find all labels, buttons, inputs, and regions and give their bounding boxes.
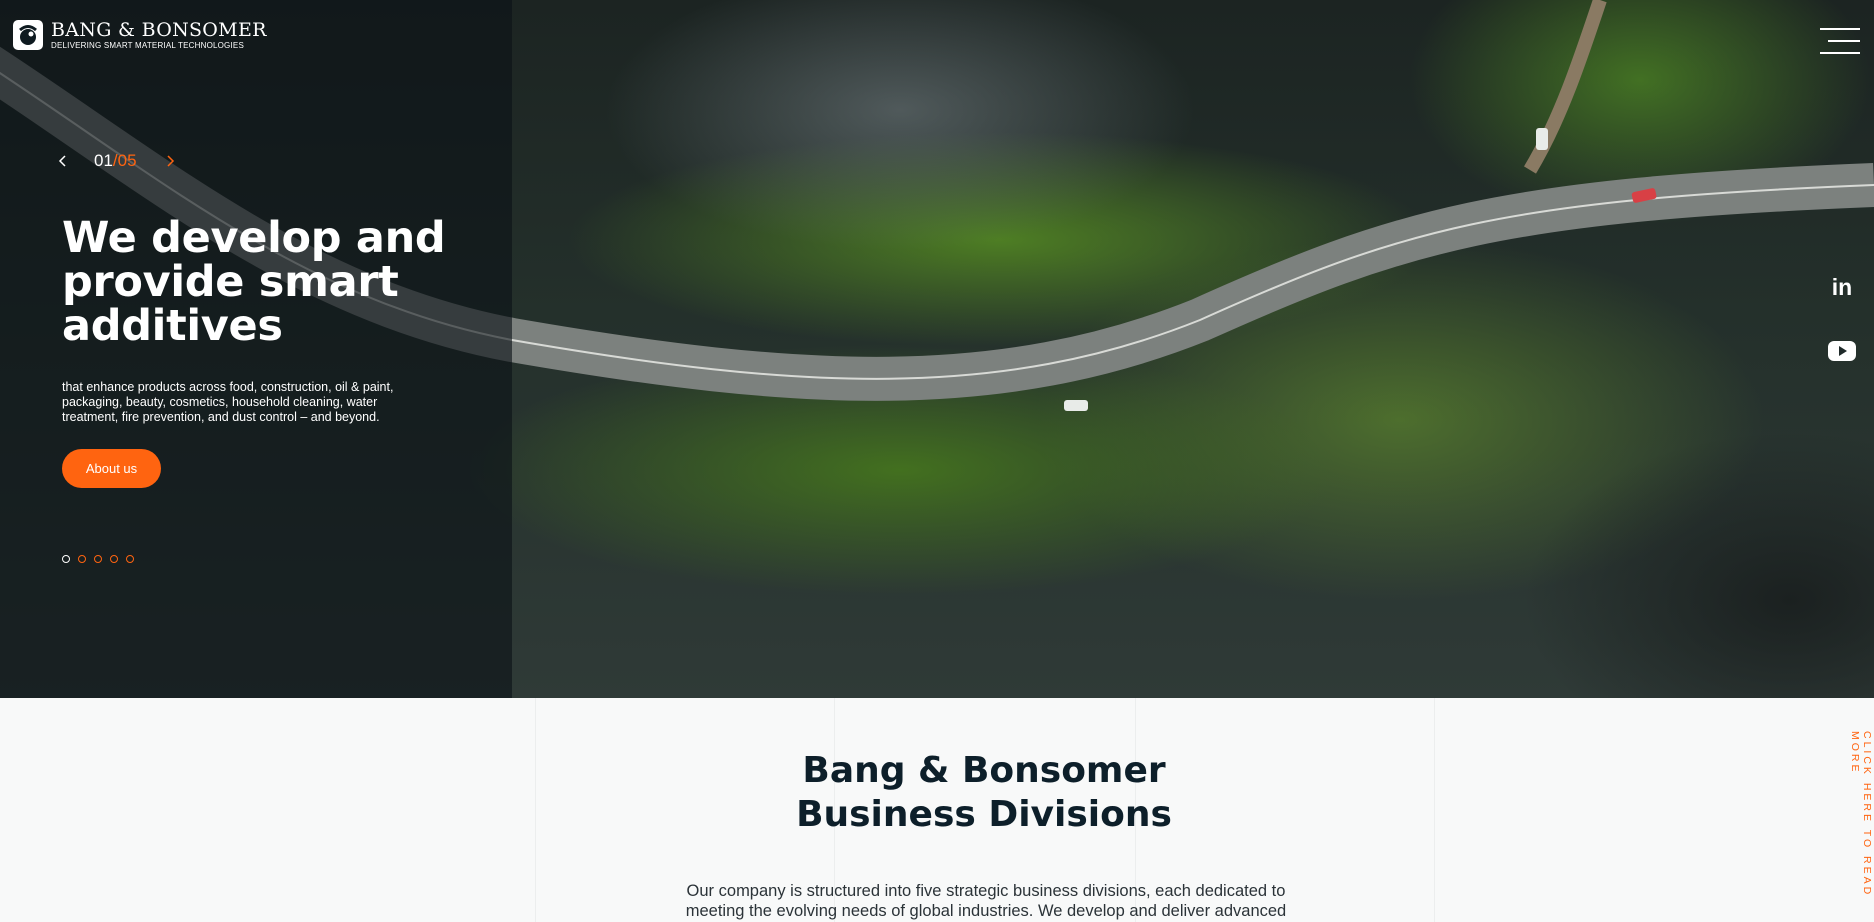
divisions-title: Bang & Bonsomer Business Divisions xyxy=(0,749,1874,837)
brand-tagline: DELIVERING SMART MATERIAL TECHNOLOGIES xyxy=(51,41,244,50)
slider-dot-3[interactable] xyxy=(94,555,102,563)
chevron-right-icon[interactable] xyxy=(163,154,177,168)
brand-logo[interactable]: BANG & BONSOMER DELIVERING SMART MATERIA… xyxy=(13,20,267,50)
brand-name: BANG & BONSOMER xyxy=(51,19,267,41)
divisions-intro: Our company is structured into five stra… xyxy=(685,882,1287,920)
slider-dot-5[interactable] xyxy=(126,555,134,563)
chevron-left-icon[interactable] xyxy=(56,154,70,168)
divisions-title-line1: Bang & Bonsomer xyxy=(802,750,1166,791)
slide-total: 05 xyxy=(117,151,137,170)
business-divisions-section: Bang & Bonsomer Business Divisions Our c… xyxy=(0,698,1874,922)
brand-logo-icon xyxy=(13,20,43,50)
brand-logo-text: BANG & BONSOMER DELIVERING SMART MATERIA… xyxy=(51,20,267,50)
hero-subtext: that enhance products across food, const… xyxy=(62,380,394,424)
hamburger-menu-icon[interactable] xyxy=(1820,28,1860,54)
hero-section: BANG & BONSOMER DELIVERING SMART MATERIA… xyxy=(0,0,1874,698)
read-more-link[interactable]: CLICK HERE TO READ MORE xyxy=(1849,731,1873,922)
slider-dots xyxy=(62,555,142,563)
linkedin-icon[interactable]: in xyxy=(1826,274,1858,300)
slider-navigation: 01/05 xyxy=(56,151,177,171)
slide-counter: 01/05 xyxy=(94,151,137,171)
slider-dot-4[interactable] xyxy=(110,555,118,563)
slider-dot-2[interactable] xyxy=(78,555,86,563)
slide-current: 01 xyxy=(94,151,113,170)
divisions-title-line2: Business Divisions xyxy=(796,794,1172,835)
youtube-icon[interactable] xyxy=(1826,338,1858,364)
slider-dot-1[interactable] xyxy=(62,555,70,563)
about-us-button[interactable]: About us xyxy=(62,449,161,488)
hero-headline: We develop and provide smart additives xyxy=(62,213,446,351)
